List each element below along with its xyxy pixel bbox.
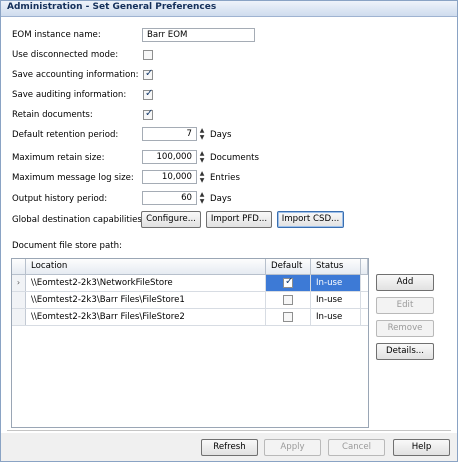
apply-button[interactable]: Apply xyxy=(264,439,321,456)
spin-up-icon[interactable]: ▲ xyxy=(198,191,206,198)
column-header-status[interactable]: Status xyxy=(311,259,361,275)
max-log-size-label: Maximum message log size: xyxy=(12,173,134,183)
save-accounting-label: Save accounting information: xyxy=(12,70,139,80)
row-location[interactable]: \\Eomtest2-2k3\Barr Files\FileStore1 xyxy=(26,292,266,308)
output-history-spinner[interactable]: ▲ ▼ xyxy=(198,191,206,205)
table-row[interactable]: \\Eomtest2-2k3\Barr Files\FileStore2 In-… xyxy=(12,309,368,326)
check-mark-icon: ✓ xyxy=(145,68,154,79)
max-retain-size-unit: Documents xyxy=(210,153,259,163)
dialog-footer: Refresh Apply Cancel Help xyxy=(1,433,457,461)
row-default-cell[interactable]: ✓ xyxy=(266,275,311,291)
spin-up-icon[interactable]: ▲ xyxy=(198,150,206,157)
output-history-input[interactable]: 60 xyxy=(142,191,197,205)
default-retention-unit: Days xyxy=(210,130,232,140)
max-retain-size-spinner[interactable]: ▲ ▼ xyxy=(198,150,206,164)
check-mark-icon: ✓ xyxy=(145,108,154,119)
file-store-path-label: Document file store path: xyxy=(12,241,122,251)
row-default-cell[interactable] xyxy=(266,292,311,308)
retain-documents-label: Retain documents: xyxy=(12,110,93,120)
use-disconnected-mode-label: Use disconnected mode: xyxy=(12,50,119,60)
row-default-checkbox[interactable]: ✓ xyxy=(283,276,294,288)
row-status[interactable]: In-use xyxy=(311,292,361,308)
spin-down-icon[interactable]: ▼ xyxy=(198,177,206,184)
row-default-checkbox[interactable] xyxy=(283,312,293,322)
max-log-size-spinner[interactable]: ▲ ▼ xyxy=(198,170,206,184)
default-retention-input[interactable]: 7 xyxy=(142,127,197,141)
row-default-cell[interactable] xyxy=(266,309,311,325)
add-button[interactable]: Add xyxy=(376,274,434,291)
output-history-unit: Days xyxy=(210,194,232,204)
table-row[interactable]: \\Eomtest2-2k3\Barr Files\FileStore1 In-… xyxy=(12,292,368,309)
file-store-grid: Location Default Status › \\Eomtest2-2k3… xyxy=(11,258,369,428)
spin-down-icon[interactable]: ▼ xyxy=(198,198,206,205)
grid-corner-header xyxy=(12,259,26,275)
cancel-button[interactable]: Cancel xyxy=(328,439,385,456)
preferences-window: Administration - Set General Preferences… xyxy=(0,0,458,462)
save-auditing-checkbox[interactable]: ✓ xyxy=(143,88,154,100)
spin-down-icon[interactable]: ▼ xyxy=(198,157,206,164)
details-button[interactable]: Details... xyxy=(376,343,434,360)
max-log-size-unit: Entries xyxy=(210,173,240,183)
edit-button[interactable]: Edit xyxy=(376,297,434,314)
check-mark-icon: ✓ xyxy=(145,88,154,99)
spin-up-icon[interactable]: ▲ xyxy=(198,127,206,134)
output-history-label: Output history period: xyxy=(12,194,108,204)
row-status[interactable]: In-use xyxy=(311,275,361,291)
row-location[interactable]: \\Eomtest2-2k3\NetworkFileStore xyxy=(26,275,266,291)
eom-instance-name-input[interactable]: Barr EOM xyxy=(142,28,255,42)
row-selector[interactable] xyxy=(12,309,26,325)
spin-up-icon[interactable]: ▲ xyxy=(198,170,206,177)
use-disconnected-mode-checkbox[interactable] xyxy=(143,50,153,60)
retain-documents-checkbox[interactable]: ✓ xyxy=(143,108,154,120)
max-retain-size-input[interactable]: 100,000 xyxy=(142,150,197,164)
global-destination-label: Global destination capabilities: xyxy=(12,215,145,225)
current-row-arrow-icon: › xyxy=(12,275,26,291)
column-header-location[interactable]: Location xyxy=(26,259,266,275)
footer-divider xyxy=(7,430,451,431)
save-auditing-label: Save auditing information: xyxy=(12,90,127,100)
save-accounting-checkbox[interactable]: ✓ xyxy=(143,68,154,80)
eom-instance-name-label: EOM instance name: xyxy=(12,30,101,40)
spin-down-icon[interactable]: ▼ xyxy=(198,134,206,141)
remove-button[interactable]: Remove xyxy=(376,320,434,337)
default-retention-spinner[interactable]: ▲ ▼ xyxy=(198,127,206,141)
check-mark-icon: ✓ xyxy=(285,276,294,287)
row-selector[interactable] xyxy=(12,292,26,308)
default-retention-label: Default retention period: xyxy=(12,130,119,140)
max-retain-size-label: Maximum retain size: xyxy=(12,153,105,163)
row-location[interactable]: \\Eomtest2-2k3\Barr Files\FileStore2 xyxy=(26,309,266,325)
row-default-checkbox[interactable] xyxy=(283,295,293,305)
import-pfd-button[interactable]: Import PFD... xyxy=(206,211,272,228)
import-csd-button[interactable]: Import CSD... xyxy=(277,211,344,228)
max-log-size-input[interactable]: 10,000 xyxy=(142,170,197,184)
table-row[interactable]: › \\Eomtest2-2k3\NetworkFileStore ✓ In-u… xyxy=(12,275,368,292)
window-title: Administration - Set General Preferences xyxy=(7,2,217,12)
row-status[interactable]: In-use xyxy=(311,309,361,325)
help-button[interactable]: Help xyxy=(393,439,450,456)
configure-button[interactable]: Configure... xyxy=(141,211,201,228)
column-header-default[interactable]: Default xyxy=(266,259,311,275)
title-bar: Administration - Set General Preferences xyxy=(1,1,457,17)
column-header-filler xyxy=(361,259,368,275)
refresh-button[interactable]: Refresh xyxy=(201,439,258,456)
